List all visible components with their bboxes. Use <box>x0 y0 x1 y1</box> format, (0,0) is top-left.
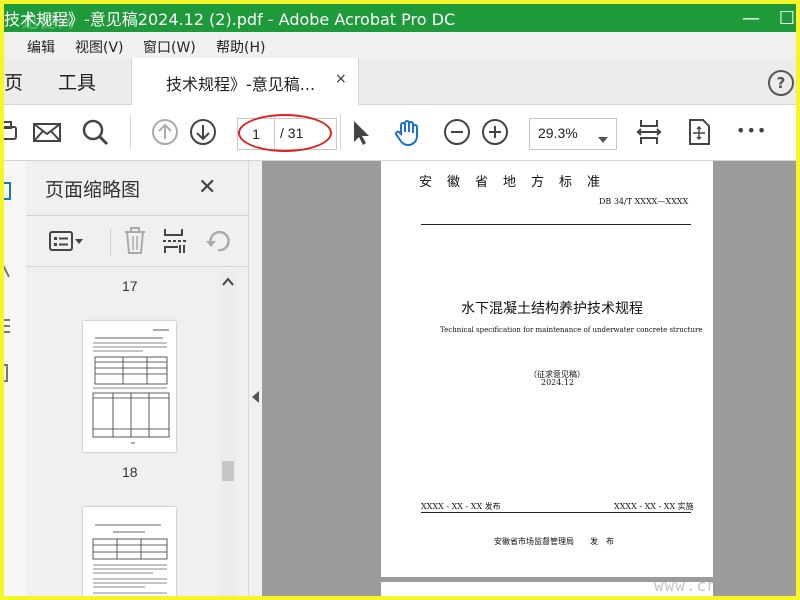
document-tab-label: 技术规程》-意见稿... <box>166 75 316 94</box>
close-panel-button[interactable]: ✕ <box>198 175 216 200</box>
page-thumbnails-icon[interactable] <box>4 181 14 207</box>
previous-page-icon[interactable] <box>150 117 180 147</box>
footer-rule <box>421 512 691 513</box>
page-navigator: / 31 <box>237 118 337 150</box>
publish-date: XXXX - XX - XX 发布 <box>421 502 501 511</box>
watermark-url: www.cn <box>654 576 718 595</box>
page-thumbnail[interactable] <box>83 507 176 596</box>
main-toolbar: / 31 29.3% ••• <box>4 105 796 161</box>
attachments-icon[interactable] <box>4 316 13 340</box>
tab-tools[interactable]: 工具 <box>58 68 96 95</box>
navigation-pane-strip <box>4 161 27 596</box>
document-view[interactable]: 安 徽 省 地 方 标 准 DB 34/T XXXX—XXXX 水下混凝土结构养… <box>262 161 796 596</box>
fit-page-icon[interactable] <box>634 117 664 147</box>
standard-code: DB 34/T XXXX—XXXX <box>599 197 689 206</box>
thumbnail-scrollbar[interactable] <box>220 269 236 596</box>
toolbar-divider <box>110 228 111 256</box>
minimize-button[interactable]: — <box>736 4 766 32</box>
panel-title: 页面缩略图 <box>45 179 141 201</box>
more-tools-button[interactable]: ••• <box>736 121 767 140</box>
extract-pages-icon[interactable] <box>160 226 190 256</box>
thumbnail-page-number: 18 <box>122 464 138 480</box>
layers-icon[interactable] <box>4 363 13 387</box>
scrollbar-thumb[interactable] <box>222 461 234 481</box>
standard-header: 安 徽 省 地 方 标 准 <box>419 175 602 190</box>
menu-view[interactable]: 视图(V) <box>75 37 124 57</box>
maximize-button[interactable]: ☐ <box>772 4 796 32</box>
header-rule <box>421 224 691 225</box>
toolbar-divider <box>130 115 131 149</box>
zoom-value: 29.3% <box>538 125 578 141</box>
panel-collapse-handle[interactable] <box>248 161 263 596</box>
search-icon[interactable] <box>80 117 110 147</box>
help-button[interactable]: ? <box>768 70 794 96</box>
rotate-icon[interactable] <box>203 226 233 256</box>
title-bar: 技术规程》-意见稿2024.12 (2).pdf - Adobe Acrobat… <box>4 4 796 32</box>
scroll-up-icon[interactable] <box>222 277 234 290</box>
menu-window[interactable]: 窗口(W) <box>143 37 196 57</box>
thumbnail-toolbar <box>26 215 248 267</box>
bookmarks-icon[interactable] <box>4 263 13 283</box>
thumbnail-preview <box>92 524 168 594</box>
thumbnail-preview <box>92 329 170 444</box>
hand-tool-icon[interactable] <box>392 117 422 147</box>
menu-bar: 编辑 视图(V) 窗口(W) 帮助(H) <box>4 32 796 58</box>
next-page-icon[interactable] <box>188 117 218 147</box>
options-menu-icon[interactable] <box>48 226 83 256</box>
page-thumbnail[interactable] <box>83 321 176 452</box>
tab-home[interactable]: 页 <box>4 68 23 95</box>
chevron-down-icon <box>598 129 608 148</box>
page-total-label: / 31 <box>280 125 304 141</box>
draft-date: 2024.12 <box>541 378 575 387</box>
page-number-input[interactable] <box>238 119 275 149</box>
implement-date: XXXX - XX - XX 实施 <box>614 502 694 511</box>
full-screen-icon[interactable] <box>684 117 714 147</box>
zoom-select[interactable]: 29.3% <box>529 118 617 150</box>
print-icon[interactable] <box>4 117 20 147</box>
acrobat-window: 技术规程》-意见稿2024.12 (2).pdf - Adobe Acrobat… <box>4 4 796 596</box>
menu-edit[interactable]: 编辑 <box>27 37 55 57</box>
trash-icon[interactable] <box>120 226 150 256</box>
document-title-cn: 水下混凝土结构养护技术规程 <box>461 301 643 317</box>
document-title-en: Technical specification for maintenance … <box>440 326 703 334</box>
close-tab-button[interactable]: × <box>335 71 347 87</box>
collapse-arrow-icon <box>252 391 259 403</box>
page-thumbnails-panel: 页面缩略图 ✕ 17 18 <box>26 161 248 596</box>
pdf-page: 安 徽 省 地 方 标 准 DB 34/T XXXX—XXXX 水下混凝土结构养… <box>381 161 713 577</box>
toolbar-divider <box>340 115 341 149</box>
watermark-logo: 迅捷网 <box>22 12 77 31</box>
tab-document[interactable]: 技术规程》-意见稿... × <box>131 58 359 105</box>
thumbnail-page-number: 17 <box>122 278 138 294</box>
zoom-out-icon[interactable] <box>442 117 472 147</box>
select-cursor-icon[interactable] <box>345 117 375 147</box>
menu-help[interactable]: 帮助(H) <box>216 37 265 57</box>
zoom-in-icon[interactable] <box>480 117 510 147</box>
issuing-authority: 安徽省市场监督管理局 发 布 <box>494 537 614 546</box>
mail-icon[interactable] <box>32 117 62 147</box>
tab-bar: 页 工具 技术规程》-意见稿... × ? <box>4 58 796 105</box>
